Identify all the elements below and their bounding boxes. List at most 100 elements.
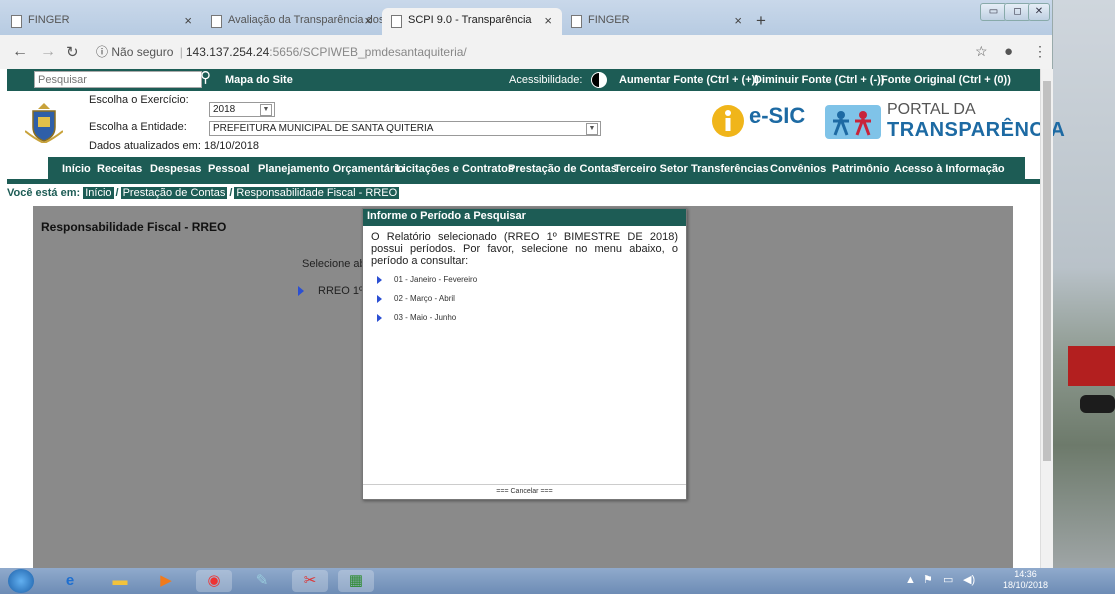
original-font-link[interactable]: Fonte Original (Ctrl + (0)) [881,74,1011,86]
clock-time: 14:36 [1014,569,1037,579]
increase-font-link[interactable]: Aumentar Fonte (Ctrl + (+)) [619,74,759,86]
snipping-tool-icon[interactable]: ✂ [292,570,328,592]
people-icon [825,105,881,139]
minimize-icon[interactable]: ▭ [980,3,1007,21]
menu-item-receitas[interactable]: Receitas [97,163,142,175]
bookmark-star-icon[interactable]: ☆ [975,43,988,60]
browser-tab-active[interactable]: SCPI 9.0 - Transparência × [382,8,562,35]
desktop-wallpaper-car [1080,395,1115,413]
page-icon [571,15,582,28]
forward-icon[interactable]: → [40,43,56,61]
network-icon[interactable]: ⚑ [923,573,933,586]
security-label: Não seguro [111,45,174,59]
menu-item-despesas[interactable]: Despesas [150,163,201,175]
bullet-arrow-icon [377,275,382,284]
chevron-down-icon: ▼ [586,123,598,135]
search-input[interactable] [34,71,202,88]
menu-item-planejamento[interactable]: Planejamento Orçamentário [258,163,404,175]
breadcrumb-item-inicio[interactable]: Início [83,187,114,199]
menu-item-inicio[interactable]: Início [62,163,91,175]
entity-value: PREFEITURA MUNICIPAL DE SANTA QUITERIA [213,123,434,134]
maximize-icon[interactable]: ◻ [1004,3,1031,21]
page-icon [391,15,402,28]
utility-bar: ⚲ Mapa do Site Acessibilidade: Aumentar … [7,69,1040,91]
desktop-background [1050,0,1115,594]
breadcrumb-item-prestacao[interactable]: Prestação de Contas [120,187,228,199]
address-bar[interactable]: ⓘ Não seguro | 143.137.254.24:5656/SCPIWE… [96,42,996,62]
internet-explorer-icon[interactable]: e [52,570,88,592]
close-tab-icon[interactable]: × [734,13,742,28]
info-icon[interactable]: ⓘ [96,45,108,59]
scrollbar-thumb[interactable] [1043,81,1051,461]
tab-title: Avaliação da Transparência dos [228,14,382,26]
back-icon[interactable]: ← [12,43,28,61]
monitor-icon[interactable]: ▭ [943,573,953,586]
clock[interactable]: 14:36 18/10/2018 [1003,569,1048,591]
period-option-label: 03 - Maio - Junho [394,313,457,322]
taskbar: e ▬ ▶ ◉ ✎ ✂ ▦ ▲ ⚑ ▭ ◀) 14:36 18/10/2018 [0,568,1115,594]
tray-expand-icon[interactable]: ▲ [905,574,916,586]
spreadsheet-icon[interactable]: ▦ [338,570,374,592]
entity-select[interactable]: PREFEITURA MUNICIPAL DE SANTA QUITERIA ▼ [209,121,601,136]
new-tab-icon[interactable]: + [756,11,766,31]
cancel-button[interactable]: === Cancelar === [363,484,686,499]
portal-title-line2: TRANSPARÊNCIA [887,119,1066,141]
transparency-portal-logo[interactable]: PORTAL DA TRANSPARÊNCIA [825,99,1065,145]
dialog-message: O Relatório selecionado (RREO 1º BIMESTR… [371,231,678,267]
updated-date: Dados atualizados em: 18/10/2018 [89,140,260,152]
decrease-font-link[interactable]: Diminuir Fonte (Ctrl + (-)) [754,74,884,86]
start-button[interactable] [8,569,34,593]
report-list-item[interactable]: RREO 1º [298,285,363,297]
desktop-wallpaper-red-structure [1068,346,1115,386]
url-path: :5656/SCPIWEB_pmdesantaquiteria/ [269,45,467,59]
menu-kebab-icon[interactable]: ⋮ [1033,43,1047,60]
close-tab-icon[interactable]: × [544,13,552,28]
page-title: Responsabilidade Fiscal - RREO [41,220,227,234]
accessibility-label: Acessibilidade: [509,74,583,86]
period-option[interactable]: 02 - Março - Abril [377,294,455,303]
search-icon[interactable]: ⚲ [200,68,211,86]
portal-title-line1: PORTAL DA [887,101,976,118]
exercise-value: 2018 [213,104,236,115]
period-option[interactable]: 03 - Maio - Junho [377,313,456,322]
menu-item-prestacao-contas[interactable]: Prestação de Contas [508,163,617,175]
paint-icon[interactable]: ✎ [244,570,280,592]
close-tab-icon[interactable]: × [184,13,192,28]
menu-item-convenios[interactable]: Convênios [770,163,826,175]
profile-icon[interactable]: ● [1004,43,1013,60]
browser-tab[interactable]: FINGER × [2,8,202,35]
menu-item-terceiro-setor[interactable]: Terceiro Setor [614,163,688,175]
close-tab-icon[interactable]: × [364,13,372,28]
close-window-icon[interactable]: ✕ [1028,3,1050,21]
menu-item-transferencias[interactable]: Transferências [691,163,769,175]
menu-item-pessoal[interactable]: Pessoal [208,163,250,175]
contrast-icon[interactable] [591,72,607,88]
menu-item-patrimonio[interactable]: Patrimônio [832,163,889,175]
breadcrumb: Você está em: Início / Prestação de Contas… [7,187,400,199]
file-explorer-icon[interactable]: ▬ [102,570,138,592]
tab-strip: FINGER × Avaliação da Transparência dos … [0,0,1052,35]
esic-text: e-SIC [749,103,806,128]
bullet-arrow-icon [377,294,382,303]
url-host: 143.137.254.24 [185,45,270,59]
period-option[interactable]: 01 - Janeiro - Fevereiro [377,275,477,284]
browser-tab[interactable]: FINGER × [562,8,752,35]
menu-item-licitacoes[interactable]: Licitações e Contratos [396,163,514,175]
esic-logo[interactable]: e-SIC [711,101,811,141]
browser-tab[interactable]: Avaliação da Transparência dos × [202,8,382,35]
tab-title: FINGER [28,14,70,26]
site-content: ⚲ Mapa do Site Acessibilidade: Aumentar … [0,69,1065,568]
breadcrumb-item-rreo[interactable]: Responsabilidade Fiscal - RREO [234,187,400,199]
coat-of-arms-icon [25,103,63,143]
breadcrumb-label: Você está em: [7,187,81,199]
chevron-down-icon: ▼ [260,104,272,116]
volume-icon[interactable]: ◀) [963,573,975,586]
scrollbar[interactable] [1040,69,1053,568]
chrome-icon[interactable]: ◉ [196,570,232,592]
media-player-icon[interactable]: ▶ [148,570,184,592]
reload-icon[interactable]: ↻ [66,43,79,61]
period-option-label: 02 - Março - Abril [394,294,455,303]
site-map-link[interactable]: Mapa do Site [225,74,293,86]
exercise-select[interactable]: 2018 ▼ [209,102,275,117]
menu-item-acesso-informacao[interactable]: Acesso à Informação [894,163,1005,175]
